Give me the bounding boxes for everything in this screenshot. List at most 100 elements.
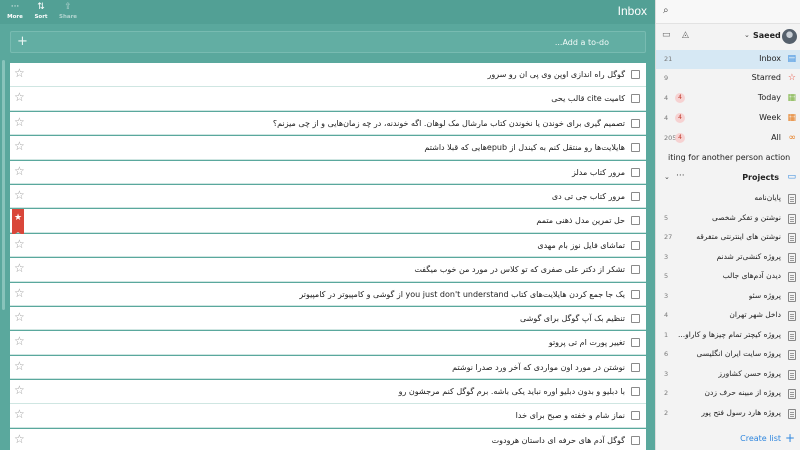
task-title: نوشتن در مورد اون مواردی که آخر ورد صدرا… (452, 362, 625, 372)
create-list-button[interactable]: Create list + (656, 431, 800, 450)
star-icon[interactable]: ☆ (14, 164, 25, 178)
project-label: پروژه از مبینه حرف زدن (704, 388, 782, 397)
list-title: Inbox (617, 4, 647, 18)
comments-icon[interactable]: ▭ (662, 30, 671, 40)
task-row[interactable]: ☆ گوگل آدم های حرفه ای داستان هرودوت (10, 428, 646, 450)
project-item[interactable]: 6 پروژه سایت ایران انگلیسی (656, 345, 800, 365)
task-row[interactable]: ☆ با دبلیو و بدون دبلیو اوره نباید یکی با… (10, 380, 646, 404)
search-bar[interactable]: ⌕ (656, 0, 800, 24)
task-checkbox[interactable] (631, 118, 640, 128)
task-row[interactable]: ☆ گوگل راه اندازی اوپن وی پی ان رو سرور (10, 63, 646, 87)
search-icon: ⌕ (663, 5, 669, 16)
more-button[interactable]: ··· More (2, 2, 28, 22)
project-label: پروژه سئو (748, 290, 781, 300)
task-checkbox[interactable] (631, 313, 640, 323)
chevron-down-icon[interactable]: ⌄ (664, 173, 670, 181)
project-item[interactable]: 5 نوشتن و تفکر شخصی (656, 209, 800, 229)
project-item[interactable]: 2 پروژه از مبینه حرف زدن (656, 384, 800, 404)
task-checkbox[interactable] (631, 289, 640, 299)
star-icon[interactable]: ☆ (14, 432, 25, 446)
task-checkbox[interactable] (631, 240, 640, 250)
star-icon[interactable]: ☆ (14, 407, 25, 421)
share-label: Share (58, 14, 78, 20)
task-checkbox[interactable] (631, 143, 640, 153)
task-row[interactable]: ☆ یک جا جمع کردن هایلایت‌های کتاب you jus… (10, 282, 646, 307)
scrollbar[interactable] (2, 60, 5, 310)
star-icon[interactable]: ☆ (14, 115, 25, 129)
task-title: گوگل آدم های حرفه ای داستان هرودوت (491, 435, 625, 445)
project-item[interactable]: 27 نوشتن های اینترنتی متفرقه (656, 228, 800, 248)
star-icon[interactable]: ☆ (14, 237, 25, 251)
more-icon[interactable]: ··· (676, 171, 685, 181)
star-icon: ☆ (787, 73, 796, 83)
task-checkbox[interactable] (631, 411, 640, 421)
star-flag-icon[interactable]: ★ (12, 209, 24, 237)
project-item[interactable]: 4 داخل شهر تهران (656, 306, 800, 326)
task-row[interactable]: ☆ تنظیم بک آپ گوگل برای گوشی (10, 306, 646, 331)
task-checkbox[interactable] (631, 435, 640, 445)
task-list: ☆ گوگل راه اندازی اوپن وی پی ان رو سرور ☆ ک… (10, 63, 646, 450)
task-checkbox[interactable] (631, 387, 640, 397)
task-checkbox[interactable] (631, 265, 640, 275)
project-item[interactable]: 3 پروژه سئو (656, 287, 800, 307)
star-icon[interactable]: ☆ (14, 139, 25, 153)
project-item[interactable]: پایان‌نامه (656, 189, 800, 209)
task-row[interactable]: ☆ نماز شام و خفته و صبح برای خدا (10, 404, 646, 428)
user-name[interactable]: Saeed (753, 31, 781, 40)
project-item[interactable]: 3 پروژه کنشی‌تر شدنم (656, 248, 800, 268)
task-row[interactable]: ☆ کامیت cite قالب یحی (10, 87, 646, 111)
star-icon[interactable]: ☆ (14, 261, 25, 275)
star-icon[interactable]: ☆ (14, 188, 25, 202)
task-row[interactable]: ☆ مرور کتاب جی تی دی (10, 184, 646, 209)
add-todo-input[interactable]: + ...Add a to-do (10, 31, 646, 53)
task-checkbox[interactable] (631, 362, 640, 372)
chevron-down-icon[interactable]: ⌄ (744, 31, 750, 39)
task-checkbox[interactable] (631, 94, 640, 104)
sidebar-item-inbox[interactable]: 21 Inbox ▤ (656, 50, 800, 69)
task-checkbox[interactable] (631, 338, 640, 348)
list-icon (788, 233, 796, 243)
task-checkbox[interactable] (631, 191, 640, 201)
sidebar-item-waiting[interactable]: iting for another person action (656, 149, 800, 168)
projects-header[interactable]: ⌄ ··· Projects ▭ (656, 169, 800, 187)
add-todo-placeholder: ...Add a to-do (554, 38, 609, 47)
sidebar-item-all[interactable]: 205 4 All ∞ (656, 129, 800, 148)
sort-button[interactable]: ⇅ Sort (28, 2, 54, 22)
list-icon (788, 291, 796, 302)
task-row[interactable]: ☆ تشکر از دکتر علی صفری که تو کلاس در مور… (10, 258, 646, 282)
task-row[interactable]: ★ حل تمرین مدل ذهنی متمم (10, 209, 646, 237)
star-icon[interactable]: ☆ (14, 66, 25, 80)
avatar[interactable] (782, 29, 797, 44)
bell-icon[interactable]: ◬ (682, 30, 689, 40)
star-icon[interactable]: ☆ (14, 359, 25, 373)
project-item[interactable]: 3 پروژه حسن کشاورز (656, 365, 800, 385)
task-checkbox[interactable] (631, 167, 640, 177)
item-count: 6 (664, 350, 669, 358)
star-icon[interactable]: ☆ (14, 334, 25, 348)
task-row[interactable]: ☆ نوشتن در مورد اون مواردی که آخر ورد صدر… (10, 355, 646, 380)
project-label: داخل شهر تهران (729, 310, 781, 319)
calendar-week-icon: ▦ (787, 113, 796, 123)
sidebar-item-today[interactable]: 4 4 Today ▦ (656, 89, 800, 108)
sidebar-item-week[interactable]: 4 4 Week ▦ (656, 109, 800, 128)
list-icon (788, 369, 796, 380)
task-row[interactable]: ☆ تصمیم گیری برای خوندن یا نخوندن کتاب ما… (10, 111, 646, 136)
share-button[interactable]: ⇪ Share (55, 2, 81, 22)
item-count: 3 (664, 369, 669, 378)
project-item[interactable]: 2 پروژه هارد رسول فتح پور (656, 404, 800, 424)
task-row[interactable]: ☆ تماشای فایل نوز بام مهدی (10, 233, 646, 258)
task-row[interactable]: ☆ هایلایت‌ها رو منتقل کنم به کیندل از epu… (10, 136, 646, 160)
task-checkbox[interactable] (631, 70, 640, 79)
user-bar: ▭ ◬ ⌄ Saeed (656, 24, 800, 48)
project-item[interactable]: 1 پروژه کیچتر تمام چیزها و کاراو... (656, 326, 800, 346)
task-checkbox[interactable] (631, 216, 640, 226)
star-icon[interactable]: ☆ (14, 286, 25, 300)
overdue-badge: 4 (675, 113, 685, 123)
star-icon[interactable]: ☆ (14, 310, 25, 324)
project-item[interactable]: 5 دیدن آدم‌های جالب (656, 267, 800, 287)
star-icon[interactable]: ☆ (14, 383, 25, 397)
task-row[interactable]: ☆ تغییر پورت ام تی پروتو (10, 331, 646, 355)
star-icon[interactable]: ☆ (14, 90, 25, 104)
task-row[interactable]: ☆ مرور کتاب مدلز (10, 160, 646, 185)
sidebar-item-starred[interactable]: 9 Starred ☆ (656, 69, 800, 88)
